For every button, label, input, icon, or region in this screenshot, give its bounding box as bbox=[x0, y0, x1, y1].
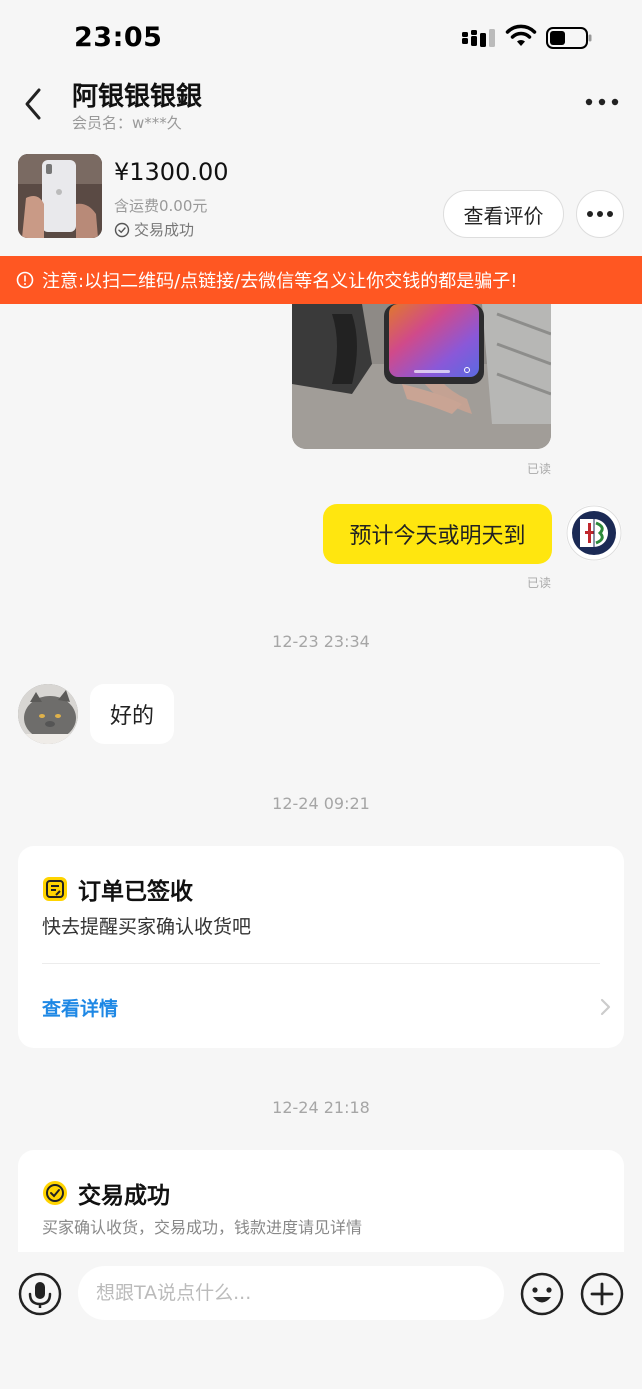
status-time: 23:05 bbox=[74, 22, 163, 53]
status-bar: 23:05 bbox=[0, 0, 642, 72]
plus-icon[interactable] bbox=[580, 1272, 624, 1316]
card-title-text: 订单已签收 bbox=[78, 879, 193, 905]
view-review-button[interactable]: 查看评价 bbox=[443, 190, 564, 238]
cellular-signal-icon bbox=[462, 29, 495, 47]
wifi-icon bbox=[505, 24, 537, 46]
product-price: ¥1300.00 bbox=[114, 158, 229, 186]
battery-icon bbox=[546, 27, 592, 49]
back-arrow-icon[interactable] bbox=[20, 84, 50, 124]
message-input-bar bbox=[0, 1252, 642, 1389]
card-subtitle: 快去提醒买家确认收货吧 bbox=[42, 916, 252, 938]
trade-success-card: 交易成功 买家确认收货，交易成功，钱款进度请见详情 bbox=[18, 1150, 624, 1252]
warning-text: 注意:以扫二维码/点链接/去微信等名义让你交钱的都是骗子! bbox=[42, 271, 518, 292]
trade-status-label: 交易成功 bbox=[134, 221, 195, 239]
my-avatar[interactable] bbox=[566, 505, 622, 561]
card-title: 交易成功 bbox=[42, 1176, 170, 1210]
product-more-button[interactable] bbox=[576, 190, 624, 238]
chat-timestamp: 12-24 21:18 bbox=[272, 1098, 370, 1117]
chat-photo-message[interactable] bbox=[292, 304, 551, 449]
check-circle-icon bbox=[114, 222, 130, 237]
chat-timestamp: 12-23 23:34 bbox=[272, 632, 370, 651]
order-signed-card: 订单已签收 快去提醒买家确认收货吧 查看详情 bbox=[18, 846, 624, 1048]
my-message-bubble[interactable]: 预计今天或明天到 bbox=[323, 504, 552, 564]
fraud-warning-banner: 注意:以扫二维码/点链接/去微信等名义让你交钱的都是骗子! bbox=[0, 256, 642, 304]
card-title-text: 交易成功 bbox=[78, 1183, 170, 1209]
read-receipt: 已读 bbox=[527, 576, 552, 590]
emoji-icon[interactable] bbox=[520, 1272, 564, 1316]
check-circle-icon bbox=[43, 1181, 67, 1205]
seller-name: 阿银银银銀 bbox=[72, 82, 203, 112]
chat-timestamp: 12-24 09:21 bbox=[272, 794, 370, 813]
card-subtitle: 买家确认收货，交易成功，钱款进度请见详情 bbox=[42, 1218, 363, 1237]
card-divider bbox=[42, 963, 600, 964]
more-dots-icon bbox=[587, 211, 613, 217]
microphone-icon[interactable] bbox=[18, 1272, 62, 1316]
card-title: 订单已签收 bbox=[42, 872, 193, 906]
chat-header: 阿银银银銀 会员名：w***久 bbox=[0, 72, 642, 152]
chevron-right-icon[interactable] bbox=[598, 996, 612, 1018]
warning-icon bbox=[16, 271, 34, 289]
their-message-bubble[interactable]: 好的 bbox=[90, 684, 174, 744]
shipping-fee: 含运费0.00元 bbox=[114, 197, 208, 215]
member-name: 会员名：w***久 bbox=[72, 114, 182, 132]
order-note-icon bbox=[43, 877, 67, 901]
trade-status: 交易成功 bbox=[114, 219, 194, 240]
view-details-link[interactable]: 查看详情 bbox=[42, 994, 118, 1021]
message-input[interactable] bbox=[78, 1266, 504, 1320]
more-options-icon[interactable] bbox=[584, 94, 620, 110]
product-thumbnail[interactable] bbox=[18, 154, 102, 238]
read-receipt: 已读 bbox=[527, 462, 552, 476]
product-bar[interactable]: ¥1300.00 含运费0.00元 交易成功 查看评价 bbox=[0, 152, 642, 256]
seller-avatar[interactable] bbox=[18, 684, 78, 744]
